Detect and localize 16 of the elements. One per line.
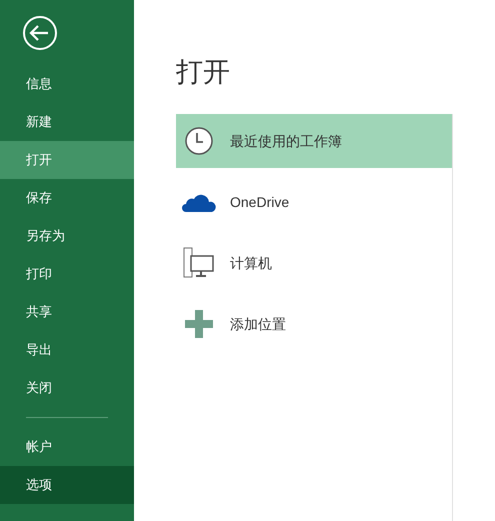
sidebar-item[interactable]: 选项	[0, 466, 134, 504]
sidebar-item[interactable]: 导出	[0, 331, 134, 369]
sidebar-item[interactable]: 另存为	[0, 217, 134, 255]
page-title: 打开	[176, 56, 231, 89]
sidebar-item[interactable]: 打开	[0, 141, 134, 179]
sidebar-item[interactable]: 关闭	[0, 369, 134, 407]
plus-icon	[185, 310, 213, 338]
computer-icon	[183, 247, 215, 279]
sidebar-item[interactable]: 打印	[0, 255, 134, 293]
sidebar-item[interactable]: 信息	[0, 65, 134, 103]
sidebar-item[interactable]: 保存	[0, 179, 134, 217]
sidebar-item[interactable]: 共享	[0, 293, 134, 331]
sidebar-item[interactable]: 帐户	[0, 428, 134, 466]
place-item[interactable]: 最近使用的工作簿	[176, 114, 452, 168]
clock-icon	[184, 126, 214, 156]
sidebar-item[interactable]: 新建	[0, 103, 134, 141]
